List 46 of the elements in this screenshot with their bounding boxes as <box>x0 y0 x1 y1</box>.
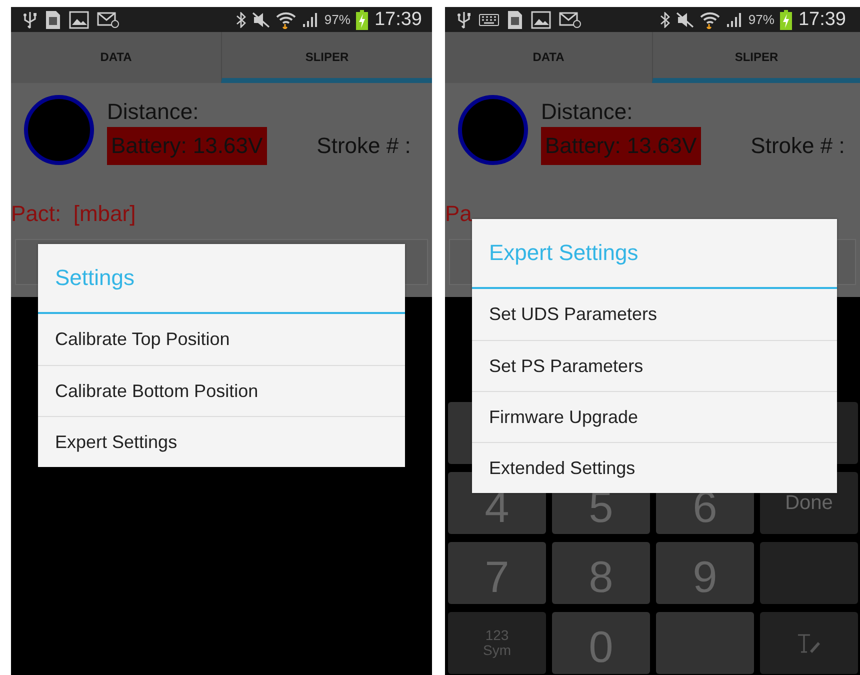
battery-reading: Battery: 13.63V <box>541 127 701 165</box>
keyboard-icon <box>479 14 499 26</box>
battery-charging-icon <box>780 10 792 30</box>
signal-icon <box>726 12 742 28</box>
sd-card-icon <box>507 10 523 30</box>
image-icon <box>531 10 551 28</box>
signal-icon <box>302 12 318 28</box>
mail-icon <box>559 12 581 28</box>
tab[interactable]: DATA <box>11 32 221 83</box>
stroke-label: Stroke # : <box>750 133 845 159</box>
menu-item[interactable]: Calibrate Top Position <box>38 314 405 365</box>
pressure-label: Pa <box>445 201 473 227</box>
wifi-icon <box>700 10 720 28</box>
text-pen-icon <box>796 632 822 654</box>
pressure-label: Pact: [mbar] <box>11 201 137 227</box>
menu-item[interactable]: Set PS Parameters <box>472 340 837 391</box>
mail-icon <box>97 12 119 28</box>
battery-reading: Battery: 13.63V <box>107 127 267 165</box>
dialog-title: Expert Settings <box>488 239 640 267</box>
bluetooth-icon <box>236 12 246 28</box>
battery-percent: 97% <box>324 12 350 27</box>
clock-time: 17:39 <box>374 8 422 30</box>
keypad-key[interactable] <box>760 612 858 674</box>
mute-icon <box>676 12 694 28</box>
battery-charging-icon <box>356 10 368 30</box>
usb-icon <box>457 10 471 28</box>
mute-icon <box>252 12 270 28</box>
distance-label: Distance: <box>107 99 200 125</box>
keypad-key[interactable] <box>760 542 858 604</box>
usb-icon <box>23 10 37 28</box>
bluetooth-icon <box>660 12 670 28</box>
distance-label: Distance: <box>541 99 634 125</box>
menu-item[interactable]: Calibrate Bottom Position <box>38 365 405 416</box>
tab[interactable]: DATA <box>445 32 652 83</box>
menu-item[interactable]: Firmware Upgrade <box>472 391 837 442</box>
stroke-label: Stroke # : <box>316 133 411 159</box>
dialog-title: Settings <box>54 264 136 292</box>
menu-item[interactable]: Set UDS Parameters <box>472 289 837 340</box>
clock-time: 17:39 <box>798 8 846 30</box>
wifi-icon <box>276 10 296 28</box>
keypad-key[interactable] <box>656 612 754 674</box>
image-icon <box>69 10 89 28</box>
battery-percent: 97% <box>748 12 774 27</box>
sd-card-icon <box>45 10 61 30</box>
menu-item[interactable]: Expert Settings <box>38 416 405 467</box>
menu-item[interactable]: Extended Settings <box>472 442 837 493</box>
